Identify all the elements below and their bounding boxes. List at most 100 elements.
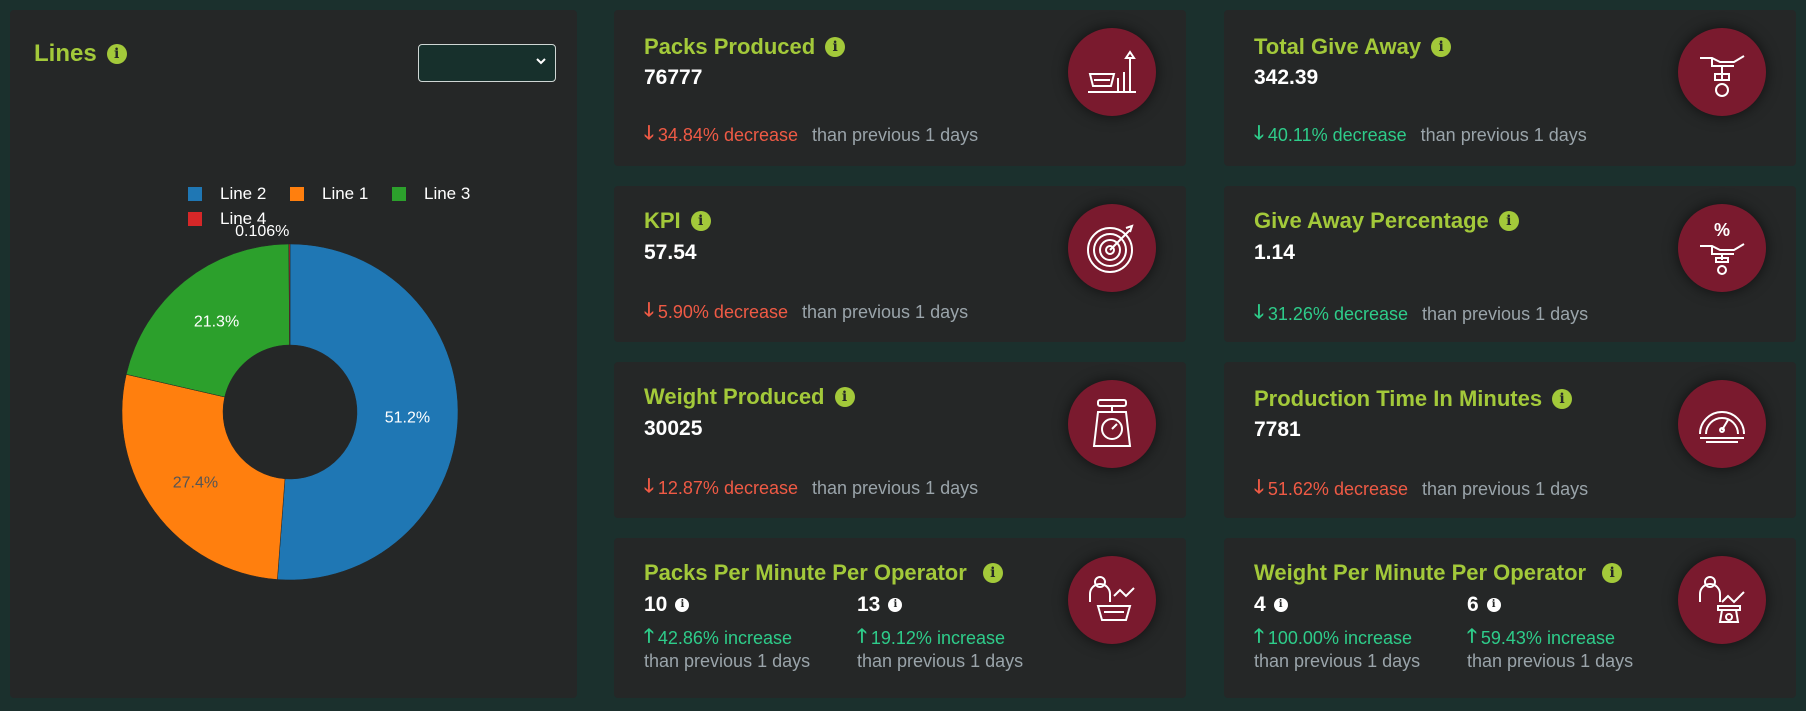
card-title-text: Weight Produced bbox=[644, 384, 825, 409]
change-text: 59.43% increase bbox=[1480, 627, 1615, 648]
operator-b-value: 13 i bbox=[857, 593, 903, 617]
card-trend: 🡓 12.87% decrease than previous 1 days bbox=[644, 472, 978, 504]
info-icon[interactable]: i bbox=[690, 211, 711, 231]
change-text: 12.87% decrease bbox=[657, 477, 798, 498]
operator-basket-icon bbox=[1068, 556, 1156, 644]
card-title: Packs Per Minute Per Operator i bbox=[644, 560, 1003, 586]
operator-a-trend: 🡑 100.00% increase bbox=[1254, 622, 1412, 654]
card-title: Packs Produced i bbox=[644, 34, 846, 60]
operator-scale-icon bbox=[1678, 556, 1766, 644]
operator-b-value: 6 i bbox=[1467, 593, 1501, 617]
comparison-text: than previous 1 days bbox=[801, 301, 969, 322]
info-icon[interactable]: i bbox=[1273, 598, 1288, 612]
change-text: 34.84% decrease bbox=[657, 124, 798, 145]
info-icon[interactable]: i bbox=[1486, 598, 1501, 612]
donut-label-line-3: 21.3% bbox=[194, 313, 239, 330]
operator-a-value: 10 i bbox=[644, 593, 690, 617]
info-icon[interactable]: i bbox=[675, 598, 690, 612]
info-icon[interactable]: i bbox=[1602, 563, 1623, 583]
card-title: Weight Per Minute Per Operator i bbox=[1254, 560, 1623, 586]
lines-donut-chart: 51.2% 27.4% 21.3% 0.106% bbox=[121, 223, 459, 581]
packs-chart-icon bbox=[1068, 28, 1156, 116]
comparison-text: than previous 1 days bbox=[1420, 124, 1587, 145]
card-trend: 🡓 51.62% decrease than previous 1 days bbox=[1254, 473, 1588, 505]
change-text: 19.12% increase bbox=[870, 627, 1005, 648]
card-packs-produced: Packs Produced i 76777 🡓 34.84% decrease… bbox=[614, 10, 1186, 166]
card-value: 57.54 bbox=[644, 241, 697, 264]
card-value: 342.39 bbox=[1254, 66, 1319, 89]
donut-label-line-4: 0.106% bbox=[235, 223, 289, 240]
value-text: 6 bbox=[1467, 593, 1479, 616]
info-icon[interactable]: i bbox=[1498, 211, 1519, 231]
arrow-down-icon: 🡓 bbox=[644, 476, 654, 497]
operator-a-trend: 🡑 42.86% increase bbox=[644, 622, 792, 654]
arrow-down-icon: 🡓 bbox=[1254, 123, 1264, 144]
info-icon[interactable]: i bbox=[834, 387, 855, 407]
info-icon[interactable]: i bbox=[1552, 389, 1573, 409]
card-title-text: Packs Produced bbox=[644, 34, 816, 59]
comparison-text: than previous 1 days bbox=[1254, 651, 1421, 671]
card-title: Total Give Away i bbox=[1254, 34, 1452, 60]
lines-panel: Lines i Line 2 Line 1 Line 3 Line 4 51.2… bbox=[10, 10, 577, 698]
donut-slice-line-2[interactable] bbox=[277, 243, 459, 581]
hand-giving-icon bbox=[1678, 28, 1766, 116]
card-title-text: KPI bbox=[644, 208, 681, 233]
info-icon[interactable]: i bbox=[825, 37, 846, 57]
card-title-text: Total Give Away bbox=[1254, 34, 1422, 59]
change-text: 100.00% increase bbox=[1267, 627, 1412, 648]
comparison-text: than previous 1 days bbox=[812, 477, 979, 498]
card-kpi: KPI i 57.54 🡓 5.90% decrease than previo… bbox=[614, 186, 1186, 342]
card-total-give-away: Total Give Away i 342.39 🡓 40.11% decrea… bbox=[1224, 10, 1796, 166]
comparison-text: than previous 1 days bbox=[857, 651, 1024, 671]
percent-hand-icon: % bbox=[1678, 204, 1766, 292]
card-weight-per-minute-per-operator: Weight Per Minute Per Operator i 4 i 🡑 1… bbox=[1224, 538, 1796, 698]
card-title: Give Away Percentage i bbox=[1254, 208, 1519, 234]
card-trend: 🡓 40.11% decrease than previous 1 days bbox=[1254, 119, 1587, 151]
card-give-away-percentage: Give Away Percentage i 1.14 🡓 31.26% dec… bbox=[1224, 186, 1796, 342]
card-trend: 🡓 31.26% decrease than previous 1 days bbox=[1254, 298, 1588, 330]
percent-glyph: % bbox=[1714, 220, 1730, 240]
scale-icon bbox=[1068, 380, 1156, 468]
comparison-text: than previous 1 days bbox=[644, 651, 811, 671]
change-text: 5.90% decrease bbox=[657, 301, 788, 322]
arrow-up-icon: 🡑 bbox=[644, 626, 654, 647]
comparison-text: than previous 1 days bbox=[812, 124, 979, 145]
card-weight-produced: Weight Produced i 30025 🡓 12.87% decreas… bbox=[614, 362, 1186, 518]
donut-label-line-1: 27.4% bbox=[173, 475, 218, 492]
comparison-text: than previous 1 days bbox=[1467, 651, 1634, 671]
arrow-up-icon: 🡑 bbox=[1254, 626, 1264, 647]
card-value: 76777 bbox=[644, 66, 703, 89]
card-title: KPI i bbox=[644, 208, 711, 234]
operator-b-trend: 🡑 59.43% increase bbox=[1467, 622, 1615, 654]
card-value: 7781 bbox=[1254, 418, 1301, 441]
arrow-down-icon: 🡓 bbox=[1254, 477, 1264, 498]
card-title: Weight Produced i bbox=[644, 384, 855, 410]
value-text: 10 bbox=[644, 593, 668, 616]
card-packs-per-minute-per-operator: Packs Per Minute Per Operator i 10 i 🡑 4… bbox=[614, 538, 1186, 698]
card-trend: 🡓 5.90% decrease than previous 1 days bbox=[644, 296, 968, 328]
card-title-text: Weight Per Minute Per Operator bbox=[1254, 560, 1587, 585]
card-title-text: Packs Per Minute Per Operator bbox=[644, 560, 967, 585]
card-trend: 🡓 34.84% decrease than previous 1 days bbox=[644, 119, 978, 151]
card-title-text: Give Away Percentage bbox=[1254, 208, 1489, 233]
change-text: 51.62% decrease bbox=[1267, 478, 1408, 499]
change-text: 31.26% decrease bbox=[1267, 303, 1408, 324]
target-icon bbox=[1068, 204, 1156, 292]
card-title: Production Time In Minutes i bbox=[1254, 386, 1573, 412]
comparison-text: than previous 1 days bbox=[1422, 303, 1589, 324]
speedometer-icon bbox=[1678, 380, 1766, 468]
arrow-down-icon: 🡓 bbox=[1254, 302, 1264, 323]
arrow-up-icon: 🡑 bbox=[1467, 626, 1477, 647]
card-production-time: Production Time In Minutes i 7781 🡓 51.6… bbox=[1224, 362, 1796, 518]
operator-a-value: 4 i bbox=[1254, 593, 1288, 617]
change-text: 40.11% decrease bbox=[1267, 124, 1407, 145]
operator-b-trend: 🡑 19.12% increase bbox=[857, 622, 1005, 654]
donut-label-line-2: 51.2% bbox=[385, 409, 430, 426]
info-icon[interactable]: i bbox=[888, 598, 903, 612]
value-text: 13 bbox=[857, 593, 881, 616]
info-icon[interactable]: i bbox=[1431, 37, 1452, 57]
card-value: 1.14 bbox=[1254, 241, 1295, 264]
card-value: 30025 bbox=[644, 417, 703, 440]
arrow-up-icon: 🡑 bbox=[857, 626, 867, 647]
info-icon[interactable]: i bbox=[982, 563, 1003, 583]
